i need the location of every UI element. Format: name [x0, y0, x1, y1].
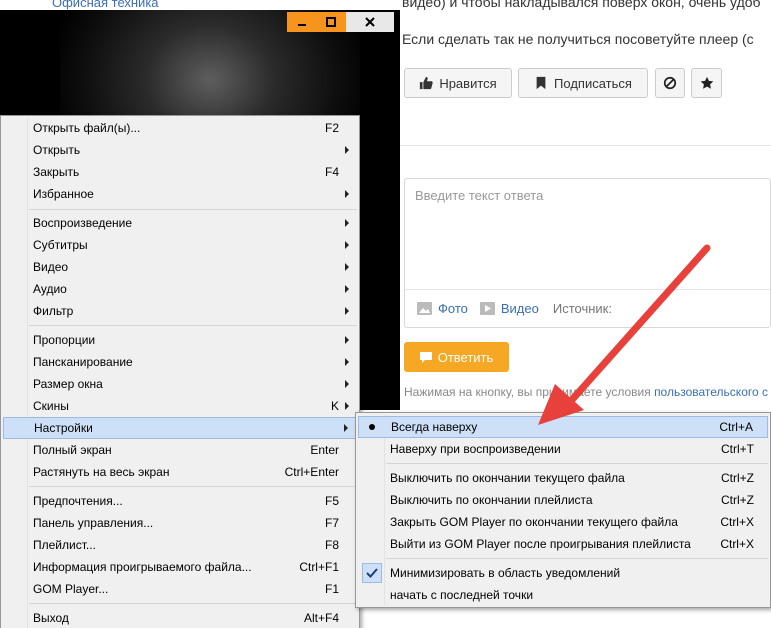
- screen: Офисная техника видео) и чтобы накладыва…: [0, 0, 771, 628]
- annotation-arrow: [538, 244, 711, 425]
